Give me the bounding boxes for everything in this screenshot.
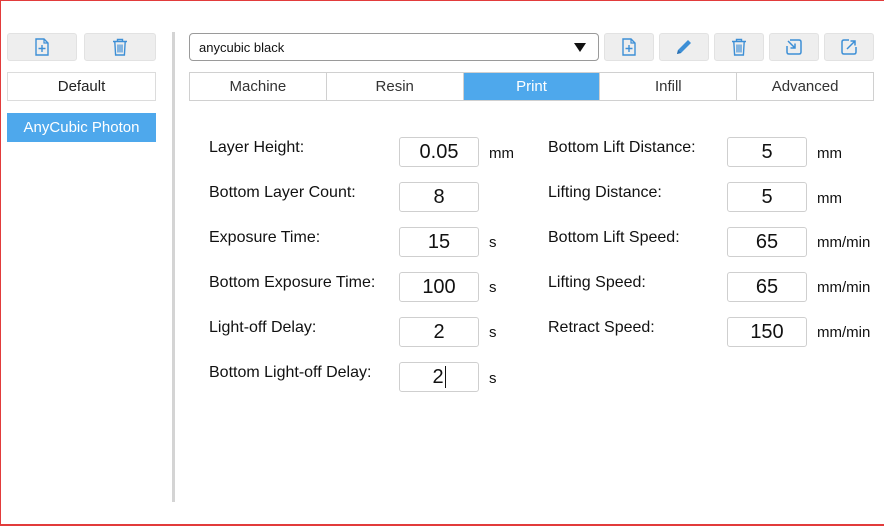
exposure-time-unit: s (489, 234, 497, 251)
bottom-exposure-time-label: Bottom Exposure Time: (209, 274, 376, 291)
bottom-light-off-delay-label: Bottom Light-off Delay: (209, 364, 372, 381)
add-file-icon (35, 38, 49, 56)
bottom-lift-distance-label: Bottom Lift Distance: (548, 139, 696, 156)
add-material-button[interactable] (604, 33, 654, 61)
trash-icon (732, 38, 746, 56)
delete-material-button[interactable] (714, 33, 764, 61)
export-icon (841, 39, 857, 55)
bottom-layer-count-input[interactable]: 8 (399, 182, 479, 212)
layer-height-label: Layer Height: (209, 139, 305, 156)
profile-item-label: Default (57, 78, 106, 95)
bottom-light-off-delay-unit: s (489, 370, 497, 387)
retract-speed-label: Retract Speed: (548, 319, 655, 336)
bottom-exposure-time-input[interactable]: 100 (399, 272, 479, 302)
profile-item-default[interactable]: Default (7, 72, 156, 101)
bottom-light-off-delay-value: 2 (432, 365, 444, 388)
light-off-delay-label: Light-off Delay: (209, 319, 317, 336)
add-profile-button[interactable] (7, 33, 77, 61)
layer-height-unit: mm (489, 145, 514, 162)
lifting-speed-input[interactable]: 65 (727, 272, 807, 302)
material-profile-select[interactable]: anycubic black (189, 33, 599, 61)
bottom-lift-speed-input[interactable]: 65 (727, 227, 807, 257)
text-cursor (444, 366, 446, 388)
exposure-time-input[interactable]: 15 (399, 227, 479, 257)
light-off-delay-unit: s (489, 324, 497, 341)
chevron-down-icon (574, 43, 586, 52)
lifting-distance-unit: mm (817, 190, 842, 207)
lifting-speed-unit: mm/min (817, 279, 871, 296)
delete-profile-button[interactable] (84, 33, 156, 61)
bottom-lift-speed-unit: mm/min (817, 234, 871, 251)
panel-splitter[interactable] (172, 32, 175, 502)
bottom-lift-speed-label: Bottom Lift Speed: (548, 229, 680, 246)
retract-speed-input[interactable]: 150 (727, 317, 807, 347)
tab-print[interactable]: Print (463, 73, 601, 100)
retract-speed-unit: mm/min (817, 324, 871, 341)
exposure-time-label: Exposure Time: (209, 229, 321, 246)
layer-height-input[interactable]: 0.05 (399, 137, 479, 167)
tab-infill[interactable]: Infill (600, 73, 738, 100)
material-profile-select-value: anycubic black (199, 39, 285, 55)
add-file-icon (622, 38, 636, 56)
profile-panel: Default AnyCubic Photon (0, 0, 170, 526)
bottom-lift-distance-input[interactable]: 5 (727, 137, 807, 167)
lifting-speed-label: Lifting Speed: (548, 274, 646, 291)
tab-advanced[interactable]: Advanced (737, 73, 873, 100)
import-material-button[interactable] (769, 33, 819, 61)
trash-icon (113, 38, 127, 56)
edit-material-button[interactable] (659, 33, 709, 61)
lifting-distance-input[interactable]: 5 (727, 182, 807, 212)
tab-resin[interactable]: Resin (326, 73, 464, 100)
pencil-icon (677, 40, 691, 54)
export-material-button[interactable] (824, 33, 874, 61)
light-off-delay-input[interactable]: 2 (399, 317, 479, 347)
bottom-lift-distance-unit: mm (817, 145, 842, 162)
profile-item-anycubic-photon[interactable]: AnyCubic Photon (7, 113, 156, 142)
profile-item-label: AnyCubic Photon (23, 119, 140, 136)
bottom-light-off-delay-input[interactable]: 2 (399, 362, 479, 392)
bottom-layer-count-label: Bottom Layer Count: (209, 184, 356, 201)
settings-tabs: Machine Resin Print Infill Advanced (189, 72, 874, 101)
bottom-exposure-time-unit: s (489, 279, 497, 296)
lifting-distance-label: Lifting Distance: (548, 184, 662, 201)
tab-machine[interactable]: Machine (190, 73, 327, 100)
import-icon (786, 39, 802, 55)
